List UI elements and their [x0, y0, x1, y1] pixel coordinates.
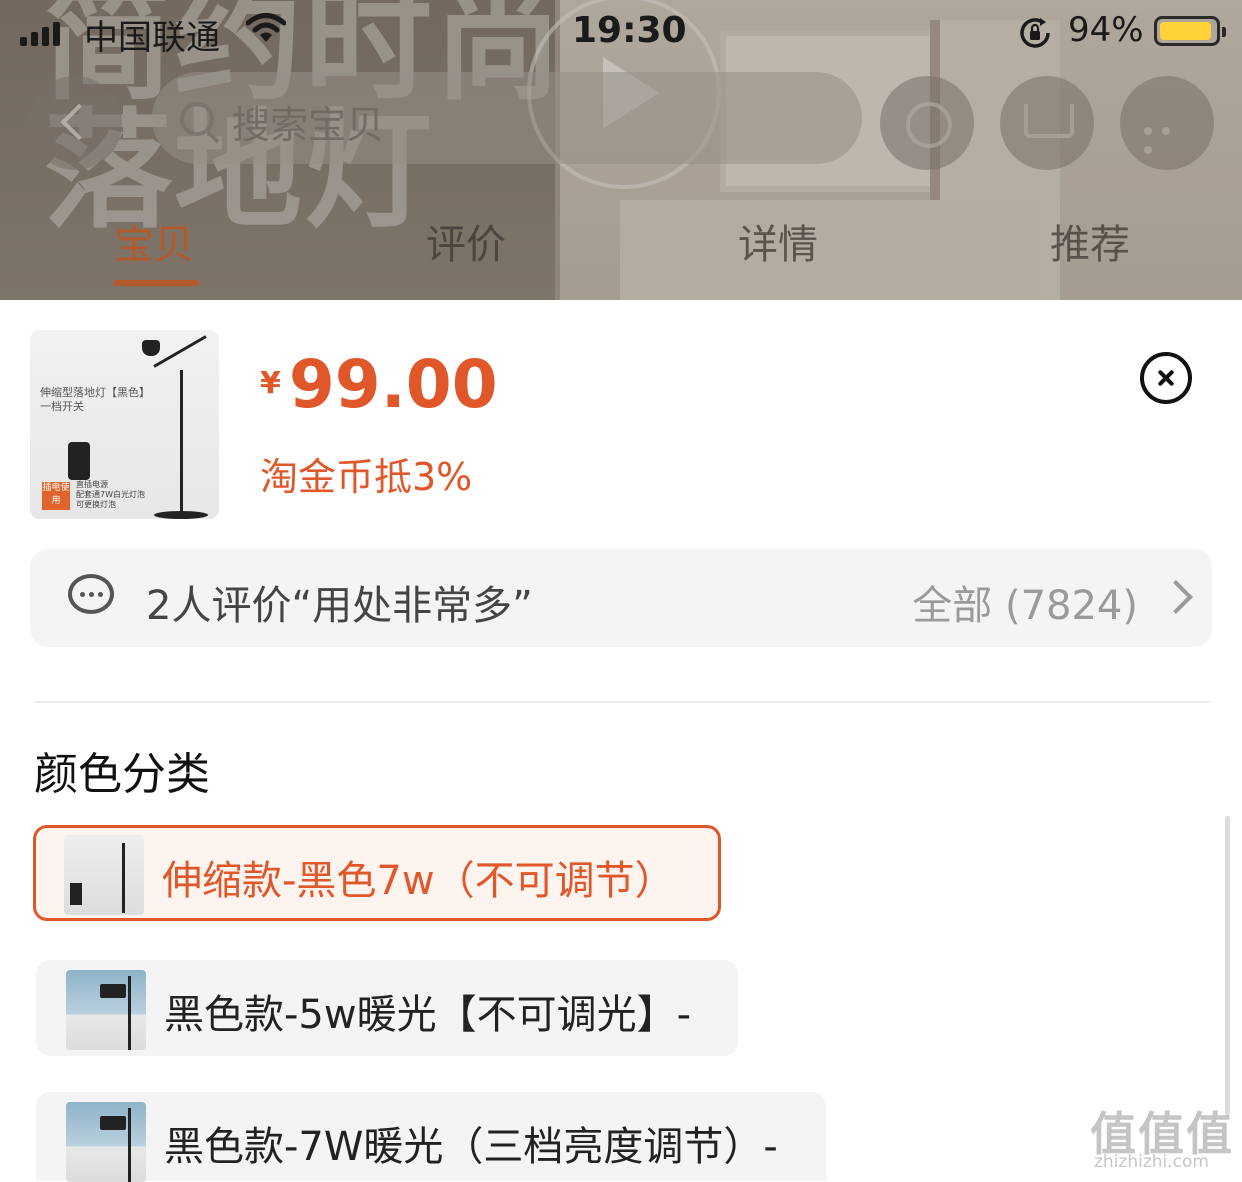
all-reviews-count: 全部 (7824): [912, 583, 1138, 629]
search-bar[interactable]: 搜索宝贝: [152, 72, 862, 164]
chevron-right-icon: [1159, 580, 1193, 614]
variant-label: 伸缩款-黑色7w（不可调节）: [162, 858, 675, 904]
signal-icon: [20, 22, 60, 46]
variant-section-title: 颜色分类: [34, 749, 210, 800]
tab-item[interactable]: 宝贝: [114, 212, 194, 270]
share-icon: [906, 102, 952, 148]
variant-thumbnail: [66, 1102, 146, 1182]
review-summary-row[interactable]: 2人评价“用处非常多” 全部 (7824): [30, 549, 1212, 647]
variant-thumbnail: [66, 970, 146, 1050]
rotation-lock-icon: [1020, 18, 1050, 48]
active-tab-indicator: [113, 280, 199, 286]
review-snippet: 2人评价“用处非常多”: [146, 583, 533, 629]
tab-details[interactable]: 详情: [738, 212, 818, 270]
thumbnail-tag: 插电使用: [42, 482, 70, 510]
coin-discount: 淘金币抵3%: [260, 455, 473, 499]
thumbnail-caption: 伸缩型落地灯【黑色】 一档开关: [40, 386, 150, 413]
lamp-plug: [68, 442, 90, 480]
tab-reviews[interactable]: 评价: [426, 212, 506, 270]
more-icon: [1144, 120, 1192, 154]
search-icon: [180, 102, 214, 136]
share-button[interactable]: [880, 76, 974, 170]
lamp-base: [154, 511, 208, 519]
price-amount: 99.00: [288, 346, 498, 423]
variant-option[interactable]: 黑色款-7W暖光（三档亮度调节）-: [36, 1092, 826, 1182]
battery-icon: [1154, 16, 1226, 46]
variant-label: 黑色款-7W暖光（三档亮度调节）-: [164, 1124, 778, 1170]
watermark-logo: 值值值 zhizhizhi.com: [1090, 1107, 1234, 1172]
divider: [34, 701, 1210, 703]
back-icon: [60, 103, 98, 141]
carrier-name: 中国联通: [84, 18, 220, 58]
variant-option[interactable]: 黑色款-5w暖光【不可调光】-: [36, 960, 738, 1056]
price: ¥99.00: [260, 346, 498, 423]
product-thumbnail[interactable]: 伸缩型落地灯【黑色】 一档开关 插电使用 直插电源 配套通7W白光灯泡 可更换灯…: [30, 330, 219, 519]
lamp-arm: [153, 335, 207, 368]
thumbnail-bullets: 直插电源 配套通7W白光灯泡 可更换灯泡: [76, 480, 145, 509]
comment-icon: [68, 574, 114, 614]
currency-symbol: ¥: [260, 366, 281, 401]
variant-thumbnail: [64, 835, 144, 915]
cart-button[interactable]: [1000, 76, 1094, 170]
tab-recommend[interactable]: 推荐: [1050, 212, 1130, 270]
close-icon[interactable]: [1140, 352, 1192, 404]
detail-tabs: 宝贝 评价 详情 推荐: [0, 212, 1242, 292]
variant-label: 黑色款-5w暖光【不可调光】-: [164, 992, 692, 1038]
status-time: 19:30: [572, 10, 687, 51]
lamp-pole: [180, 370, 183, 519]
scrollbar[interactable]: [1225, 816, 1230, 1116]
cart-icon: [1024, 104, 1074, 138]
variant-option[interactable]: 伸缩款-黑色7w（不可调节）: [33, 825, 721, 921]
lamp-head: [142, 340, 160, 356]
battery-percent: 94%: [1068, 10, 1144, 50]
battery-fill: [1160, 22, 1211, 40]
search-placeholder: 搜索宝贝: [232, 103, 385, 147]
more-button[interactable]: [1120, 76, 1214, 170]
back-button[interactable]: [28, 76, 122, 170]
wifi-icon: [246, 13, 286, 42]
status-bar: 中国联通 19:30 94%: [0, 0, 1242, 64]
